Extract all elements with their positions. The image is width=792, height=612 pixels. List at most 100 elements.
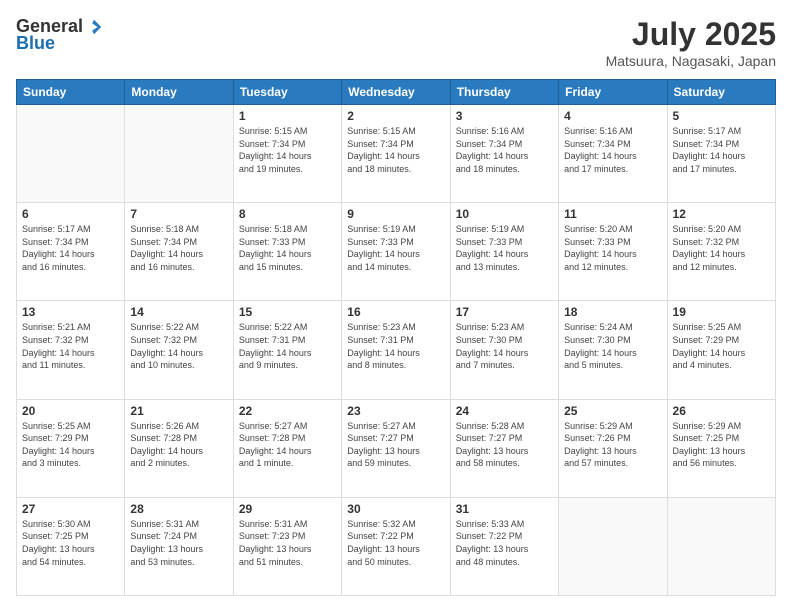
calendar-cell: 2 Sunrise: 5:15 AM Sunset: 7:34 PM Daylig… [342,105,450,203]
day-info: Sunrise: 5:27 AM Sunset: 7:28 PM Dayligh… [239,420,336,470]
day-info: Sunrise: 5:29 AM Sunset: 7:25 PM Dayligh… [673,420,770,470]
day-info: Sunrise: 5:23 AM Sunset: 7:31 PM Dayligh… [347,321,444,371]
day-number: 15 [239,305,336,319]
calendar-cell: 3 Sunrise: 5:16 AM Sunset: 7:34 PM Daylig… [450,105,558,203]
day-number: 25 [564,404,661,418]
calendar-cell: 1 Sunrise: 5:15 AM Sunset: 7:34 PM Daylig… [233,105,341,203]
calendar-cell: 19 Sunrise: 5:25 AM Sunset: 7:29 PM Dayli… [667,301,775,399]
day-info: Sunrise: 5:32 AM Sunset: 7:22 PM Dayligh… [347,518,444,568]
day-info: Sunrise: 5:19 AM Sunset: 7:33 PM Dayligh… [456,223,553,273]
day-number: 17 [456,305,553,319]
calendar-cell [17,105,125,203]
day-info: Sunrise: 5:23 AM Sunset: 7:30 PM Dayligh… [456,321,553,371]
calendar-cell: 8 Sunrise: 5:18 AM Sunset: 7:33 PM Daylig… [233,203,341,301]
day-number: 30 [347,502,444,516]
logo-blue: Blue [16,33,55,54]
day-number: 1 [239,109,336,123]
calendar-cell: 22Sunrise: 5:27 AM Sunset: 7:28 PM Dayli… [233,399,341,497]
day-number: 18 [564,305,661,319]
calendar-cell: 31 Sunrise: 5:33 AM Sunset: 7:22 PM Dayli… [450,497,558,595]
day-number: 13 [22,305,119,319]
day-number: 4 [564,109,661,123]
calendar-cell: 10 Sunrise: 5:19 AM Sunset: 7:33 PM Dayli… [450,203,558,301]
calendar-cell: 5Sunrise: 5:17 AM Sunset: 7:34 PM Daylig… [667,105,775,203]
day-info: Sunrise: 5:22 AM Sunset: 7:31 PM Dayligh… [239,321,336,371]
day-info: Sunrise: 5:31 AM Sunset: 7:23 PM Dayligh… [239,518,336,568]
col-monday: Monday [125,80,233,105]
day-number: 23 [347,404,444,418]
calendar-cell [559,497,667,595]
day-number: 12 [673,207,770,221]
day-number: 8 [239,207,336,221]
day-number: 16 [347,305,444,319]
day-info: Sunrise: 5:25 AM Sunset: 7:29 PM Dayligh… [673,321,770,371]
calendar-week-1: 1 Sunrise: 5:15 AM Sunset: 7:34 PM Daylig… [17,105,776,203]
day-number: 21 [130,404,227,418]
day-number: 26 [673,404,770,418]
location-title: Matsuura, Nagasaki, Japan [606,53,776,69]
day-info: Sunrise: 5:25 AM Sunset: 7:29 PM Dayligh… [22,420,119,470]
calendar-cell: 15 Sunrise: 5:22 AM Sunset: 7:31 PM Dayli… [233,301,341,399]
day-info: Sunrise: 5:22 AM Sunset: 7:32 PM Dayligh… [130,321,227,371]
day-info: Sunrise: 5:26 AM Sunset: 7:28 PM Dayligh… [130,420,227,470]
month-title: July 2025 [606,16,776,53]
day-number: 9 [347,207,444,221]
calendar-week-2: 6Sunrise: 5:17 AM Sunset: 7:34 PM Daylig… [17,203,776,301]
calendar-cell: 30 Sunrise: 5:32 AM Sunset: 7:22 PM Dayli… [342,497,450,595]
day-number: 2 [347,109,444,123]
page: General Blue July 2025 Matsuura, Nagasak… [0,0,792,612]
calendar-week-4: 20Sunrise: 5:25 AM Sunset: 7:29 PM Dayli… [17,399,776,497]
day-info: Sunrise: 5:16 AM Sunset: 7:34 PM Dayligh… [456,125,553,175]
day-info: Sunrise: 5:29 AM Sunset: 7:26 PM Dayligh… [564,420,661,470]
col-wednesday: Wednesday [342,80,450,105]
calendar-cell: 23 Sunrise: 5:27 AM Sunset: 7:27 PM Dayli… [342,399,450,497]
day-number: 24 [456,404,553,418]
calendar-cell: 12 Sunrise: 5:20 AM Sunset: 7:32 PM Dayli… [667,203,775,301]
day-info: Sunrise: 5:33 AM Sunset: 7:22 PM Dayligh… [456,518,553,568]
calendar-cell: 7Sunrise: 5:18 AM Sunset: 7:34 PM Daylig… [125,203,233,301]
day-number: 10 [456,207,553,221]
day-info: Sunrise: 5:24 AM Sunset: 7:30 PM Dayligh… [564,321,661,371]
col-saturday: Saturday [667,80,775,105]
calendar: Sunday Monday Tuesday Wednesday Thursday… [16,79,776,596]
day-number: 28 [130,502,227,516]
day-info: Sunrise: 5:18 AM Sunset: 7:34 PM Dayligh… [130,223,227,273]
day-info: Sunrise: 5:18 AM Sunset: 7:33 PM Dayligh… [239,223,336,273]
col-tuesday: Tuesday [233,80,341,105]
calendar-cell: 11Sunrise: 5:20 AM Sunset: 7:33 PM Dayli… [559,203,667,301]
day-info: Sunrise: 5:15 AM Sunset: 7:34 PM Dayligh… [239,125,336,175]
calendar-cell: 4Sunrise: 5:16 AM Sunset: 7:34 PM Daylig… [559,105,667,203]
title-section: July 2025 Matsuura, Nagasaki, Japan [606,16,776,69]
calendar-cell: 21 Sunrise: 5:26 AM Sunset: 7:28 PM Dayli… [125,399,233,497]
day-info: Sunrise: 5:27 AM Sunset: 7:27 PM Dayligh… [347,420,444,470]
calendar-cell: 9Sunrise: 5:19 AM Sunset: 7:33 PM Daylig… [342,203,450,301]
calendar-cell: 6Sunrise: 5:17 AM Sunset: 7:34 PM Daylig… [17,203,125,301]
day-info: Sunrise: 5:15 AM Sunset: 7:34 PM Dayligh… [347,125,444,175]
day-number: 31 [456,502,553,516]
day-info: Sunrise: 5:30 AM Sunset: 7:25 PM Dayligh… [22,518,119,568]
calendar-cell: 13Sunrise: 5:21 AM Sunset: 7:32 PM Dayli… [17,301,125,399]
day-info: Sunrise: 5:17 AM Sunset: 7:34 PM Dayligh… [22,223,119,273]
calendar-cell [667,497,775,595]
day-number: 27 [22,502,119,516]
calendar-cell: 18 Sunrise: 5:24 AM Sunset: 7:30 PM Dayli… [559,301,667,399]
calendar-cell: 24 Sunrise: 5:28 AM Sunset: 7:27 PM Dayli… [450,399,558,497]
day-info: Sunrise: 5:31 AM Sunset: 7:24 PM Dayligh… [130,518,227,568]
calendar-week-3: 13Sunrise: 5:21 AM Sunset: 7:32 PM Dayli… [17,301,776,399]
day-number: 5 [673,109,770,123]
calendar-cell: 29Sunrise: 5:31 AM Sunset: 7:23 PM Dayli… [233,497,341,595]
day-info: Sunrise: 5:28 AM Sunset: 7:27 PM Dayligh… [456,420,553,470]
calendar-header-row: Sunday Monday Tuesday Wednesday Thursday… [17,80,776,105]
calendar-cell: 27 Sunrise: 5:30 AM Sunset: 7:25 PM Dayli… [17,497,125,595]
day-info: Sunrise: 5:20 AM Sunset: 7:32 PM Dayligh… [673,223,770,273]
calendar-cell: 25 Sunrise: 5:29 AM Sunset: 7:26 PM Dayli… [559,399,667,497]
day-info: Sunrise: 5:20 AM Sunset: 7:33 PM Dayligh… [564,223,661,273]
col-friday: Friday [559,80,667,105]
day-number: 14 [130,305,227,319]
calendar-cell: 20Sunrise: 5:25 AM Sunset: 7:29 PM Dayli… [17,399,125,497]
header: General Blue July 2025 Matsuura, Nagasak… [16,16,776,69]
calendar-cell: 14 Sunrise: 5:22 AM Sunset: 7:32 PM Dayli… [125,301,233,399]
day-number: 19 [673,305,770,319]
calendar-cell: 28 Sunrise: 5:31 AM Sunset: 7:24 PM Dayli… [125,497,233,595]
day-number: 3 [456,109,553,123]
